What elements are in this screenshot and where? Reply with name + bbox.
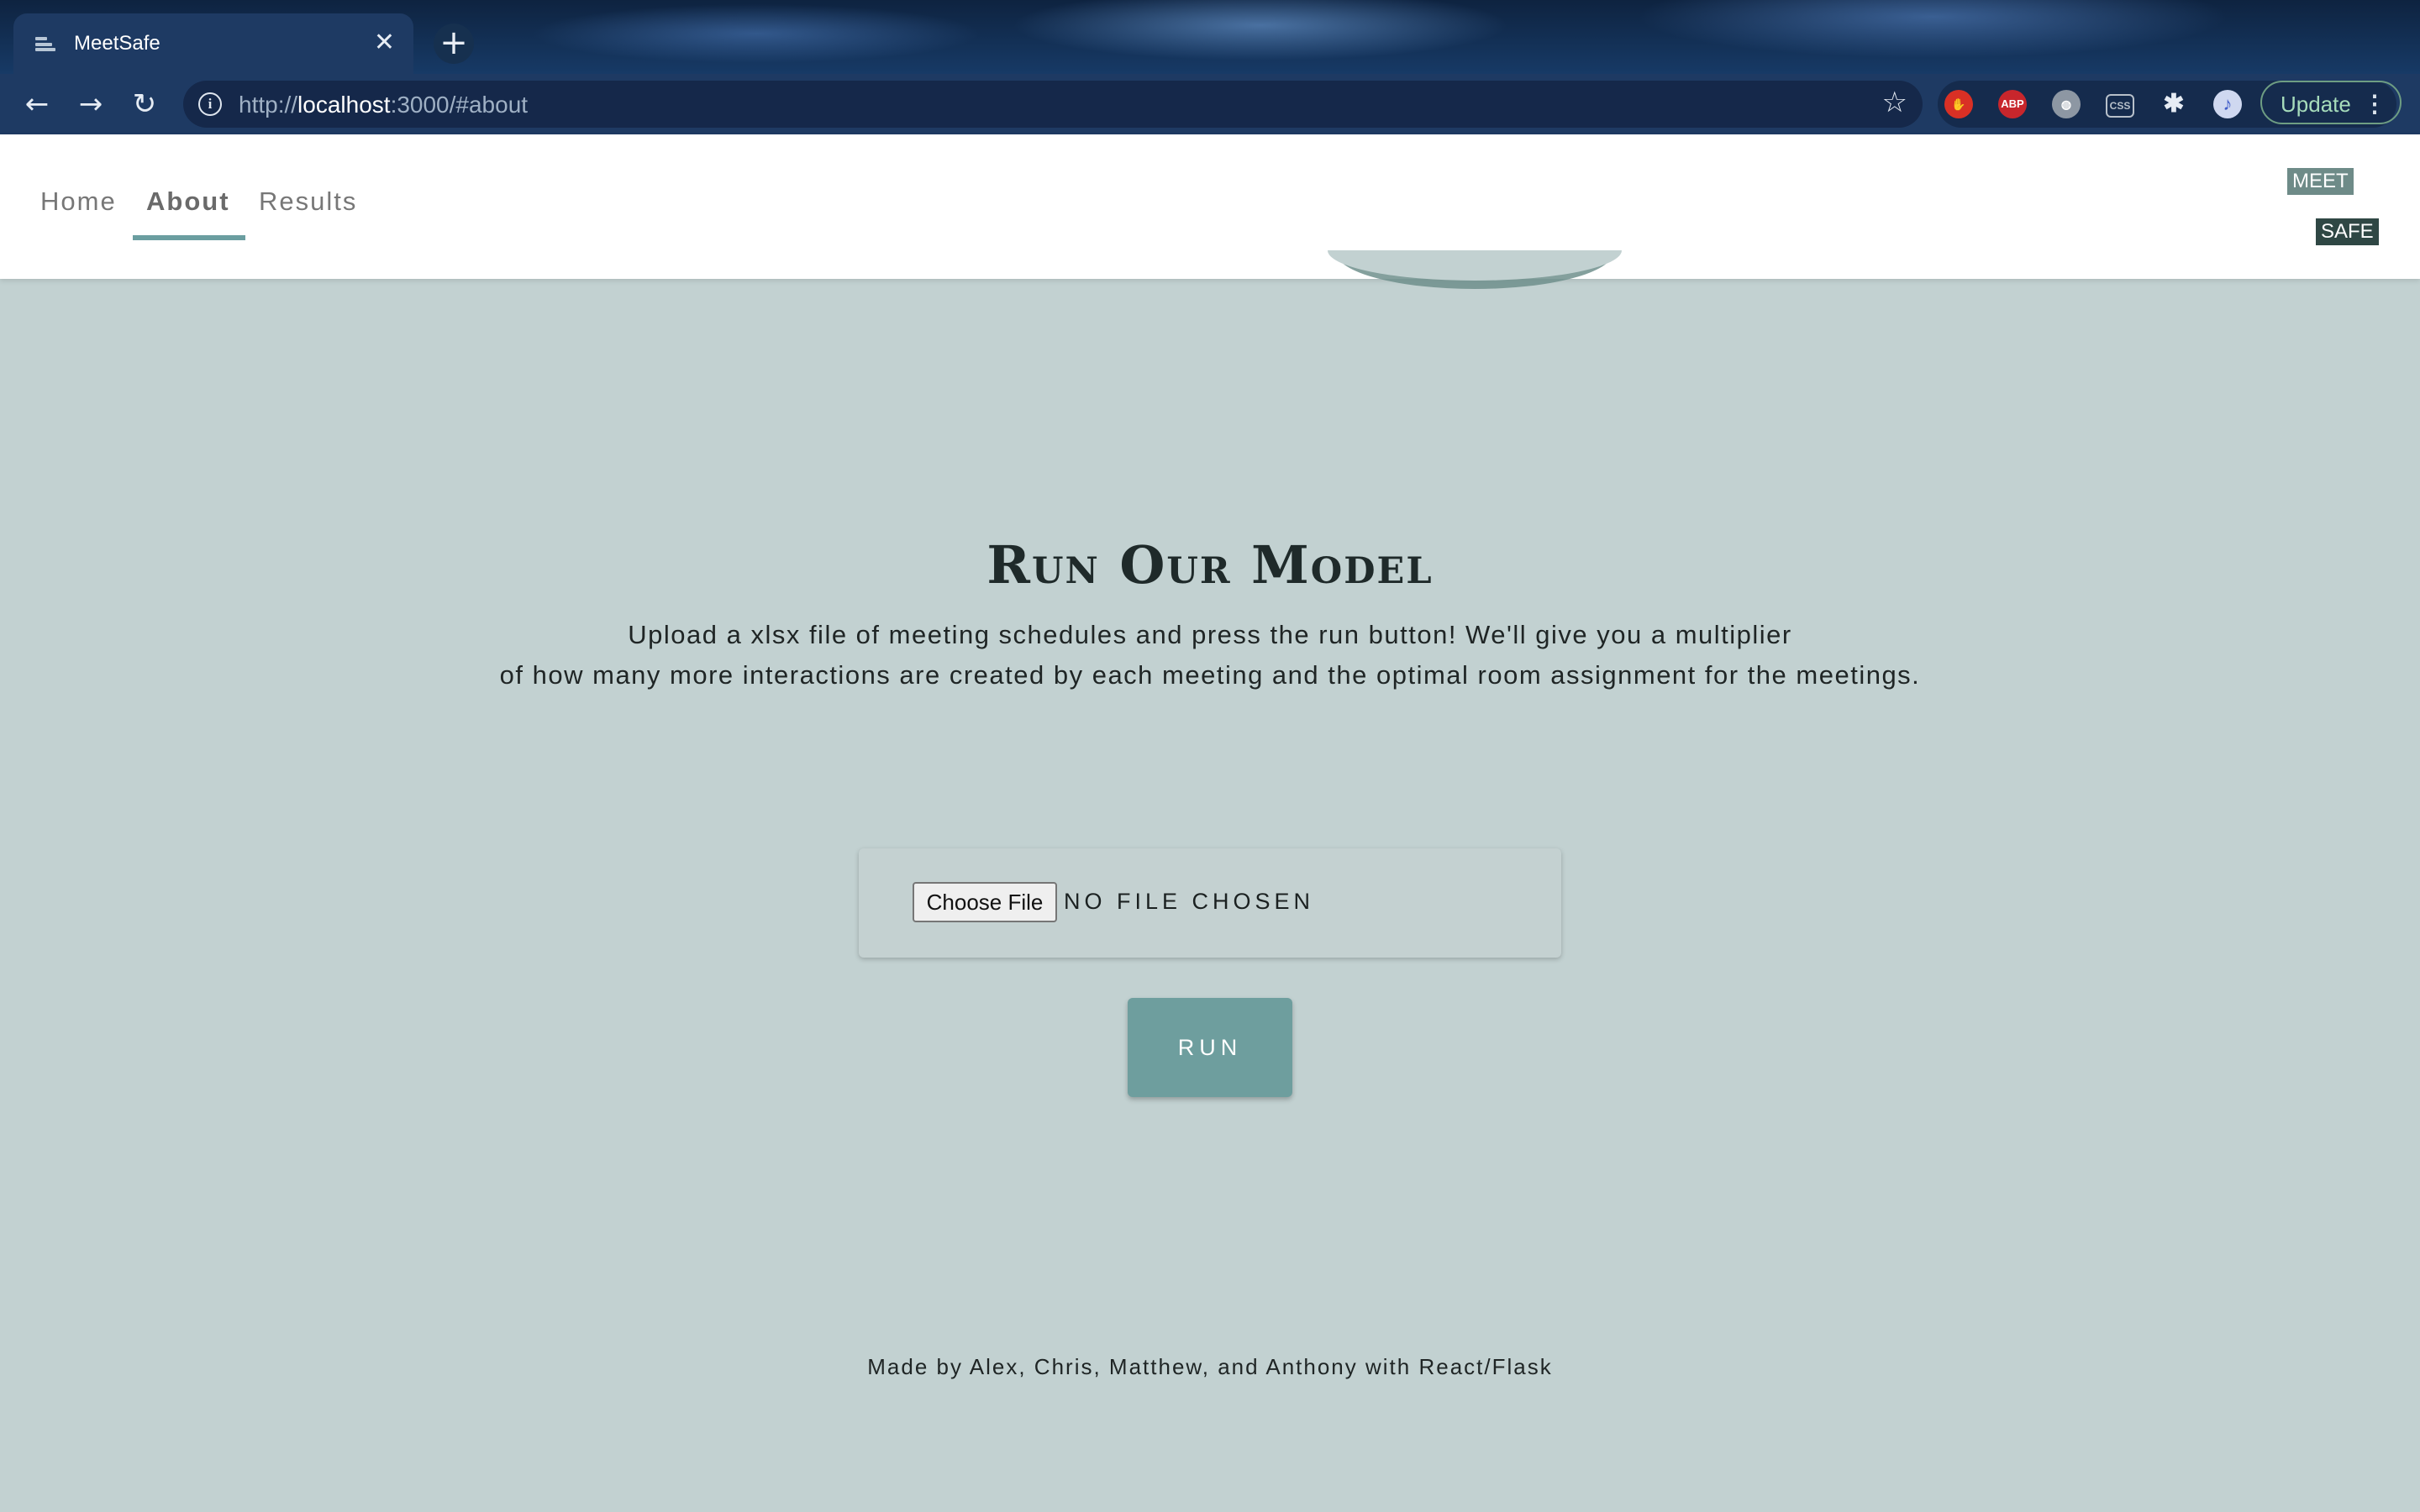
back-arrow-icon[interactable]: ← [20, 87, 54, 121]
update-button[interactable]: Update ⋮ [2260, 81, 2402, 124]
url-scheme: http:// [239, 92, 298, 118]
site-favicon-icon [35, 36, 55, 51]
nav-results[interactable]: Results [259, 186, 357, 217]
url-host: localhost [297, 92, 391, 118]
abp-icon[interactable]: ABP [1998, 90, 2027, 118]
footer-credit: Made by Alex, Chris, Matthew, and Anthon… [867, 1354, 1553, 1379]
file-status: NO FILE CHOSEN [1064, 889, 1315, 914]
browser-tab[interactable]: MeetSafe ✕ [13, 13, 413, 74]
reload-icon[interactable]: ↻ [128, 87, 161, 121]
nav-about[interactable]: About [146, 186, 230, 217]
more-menu-icon[interactable]: ⋮ [2363, 82, 2386, 126]
section-title: Run Our Model [986, 534, 1434, 596]
address-url[interactable]: http://localhost:3000/#about [239, 92, 528, 118]
nav-home[interactable]: Home [40, 186, 117, 217]
css-icon[interactable]: CSS [2106, 94, 2134, 118]
logo-safe: SAFE [2316, 218, 2379, 245]
puzzle-icon[interactable]: ✱ [2160, 90, 2188, 118]
choose-file-button[interactable]: Choose File [913, 882, 1057, 922]
address-bar[interactable]: i http://localhost:3000/#about ☆ [183, 81, 1923, 128]
update-label: Update [2281, 92, 2351, 117]
logo-meet: MEET [2287, 168, 2354, 195]
tab-title: MeetSafe [74, 32, 160, 55]
globe-icon[interactable]: ◍ [2052, 90, 2081, 118]
adblock-icon[interactable]: ✋ [1944, 90, 1973, 118]
site-info-icon[interactable]: i [198, 92, 222, 116]
run-button[interactable]: RUN [1128, 998, 1292, 1097]
description-line-2: of how many more interactions are create… [499, 660, 1921, 690]
profile-avatar[interactable]: ♪ [2213, 90, 2242, 118]
tab-close-icon[interactable]: ✕ [374, 30, 395, 55]
active-nav-indicator [133, 235, 245, 240]
new-tab-button[interactable]: + [434, 24, 474, 64]
bookmark-star-icon[interactable]: ☆ [1882, 86, 1907, 119]
app-header: Home About Results MEET SAFE [0, 134, 2420, 279]
description-line-1: Upload a xlsx file of meeting schedules … [628, 620, 1792, 649]
forward-arrow-icon[interactable]: → [74, 87, 108, 121]
file-upload-card: Choose File NO FILE CHOSEN [859, 848, 1561, 958]
url-path: :3000/#about [390, 92, 529, 118]
